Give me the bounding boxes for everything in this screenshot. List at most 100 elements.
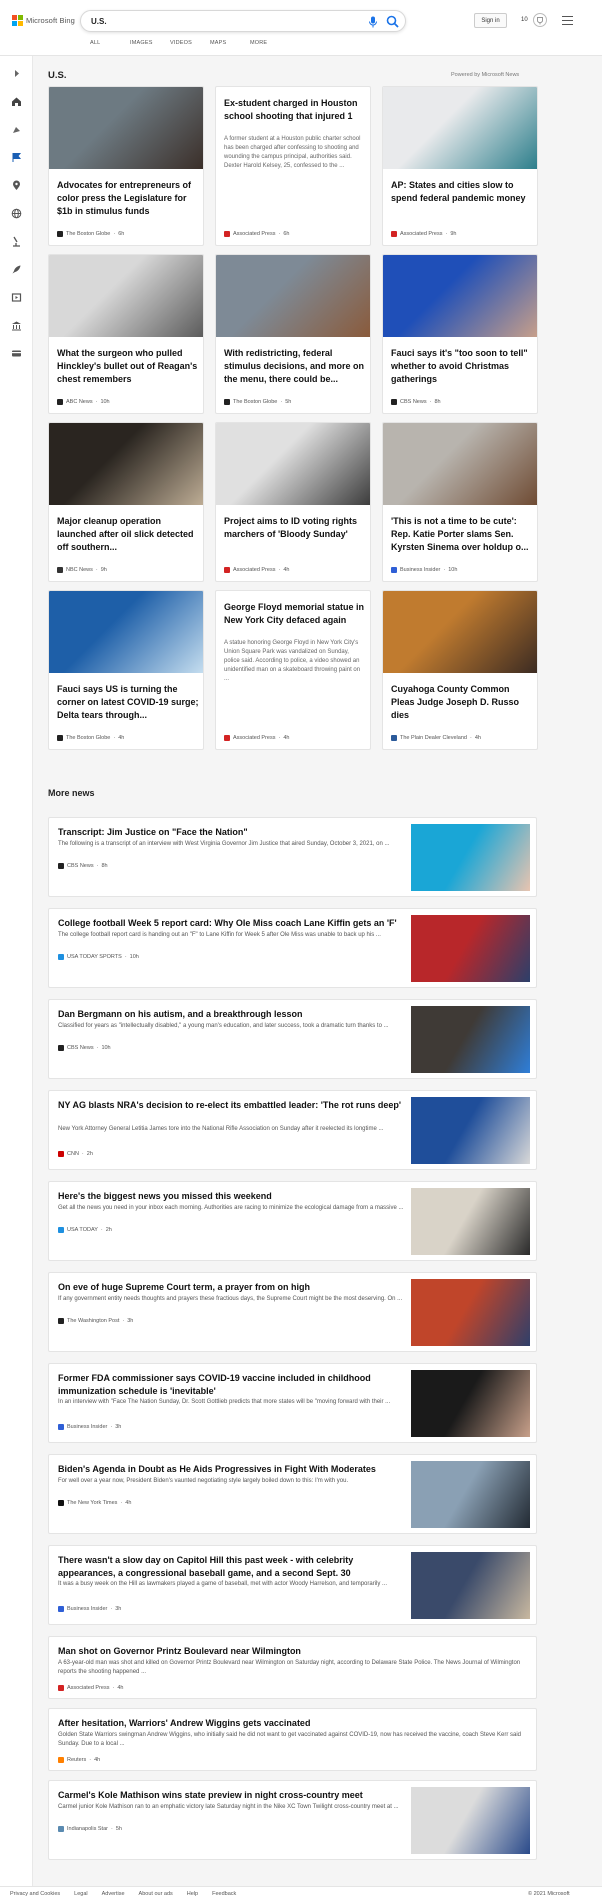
news-title[interactable]: Major cleanup operation launched after o… xyxy=(57,515,199,554)
news-title[interactable]: Here's the biggest news you missed this … xyxy=(58,1190,408,1203)
news-title[interactable]: George Floyd memorial statue in New York… xyxy=(224,601,366,627)
news-thumbnail[interactable] xyxy=(411,1006,530,1073)
tab-images[interactable]: IMAGES xyxy=(130,40,170,46)
news-source[interactable]: The Boston Globe xyxy=(66,231,110,237)
more-news-item[interactable]: NY AG blasts NRA's decision to re-elect … xyxy=(48,1090,537,1170)
news-card[interactable]: Fauci says US is turning the corner on l… xyxy=(48,590,204,750)
news-card[interactable]: Advocates for entrepreneurs of color pre… xyxy=(48,86,204,246)
news-title[interactable]: Ex-student charged in Houston school sho… xyxy=(224,97,366,123)
news-image[interactable] xyxy=(49,87,203,169)
rewards-points[interactable]: 10 xyxy=(521,17,528,23)
news-card[interactable]: Project aims to ID voting rights marcher… xyxy=(215,422,371,582)
news-source[interactable]: CBS News xyxy=(400,399,427,405)
news-thumbnail[interactable] xyxy=(411,1097,530,1164)
news-title[interactable]: Carmel's Kole Mathison wins state previe… xyxy=(58,1789,408,1802)
news-title[interactable]: College football Week 5 report card: Why… xyxy=(58,917,408,930)
footer-link-about-ads[interactable]: About our ads xyxy=(139,1891,173,1897)
news-source[interactable]: Associated Press xyxy=(67,1685,110,1691)
sign-in-button[interactable]: Sign in xyxy=(474,13,507,28)
news-source[interactable]: CBS News xyxy=(67,863,94,869)
news-source[interactable]: The New York Times xyxy=(67,1500,117,1506)
news-title[interactable]: Former FDA commissioner says COVID-19 va… xyxy=(58,1372,408,1397)
news-source[interactable]: Associated Press xyxy=(233,231,276,237)
news-source[interactable]: ABC News xyxy=(66,399,93,405)
footer-link-advertise[interactable]: Advertise xyxy=(102,1891,125,1897)
location-pin-icon[interactable] xyxy=(11,180,22,191)
more-news-item[interactable]: Transcript: Jim Justice on "Face the Nat… xyxy=(48,817,537,897)
news-title[interactable]: Project aims to ID voting rights marcher… xyxy=(224,515,366,541)
news-title[interactable]: Cuyahoga County Common Pleas Judge Josep… xyxy=(391,683,533,722)
search-input[interactable] xyxy=(91,15,341,28)
globe-icon[interactable] xyxy=(11,208,22,219)
news-title[interactable]: Biden's Agenda in Doubt as He Aids Progr… xyxy=(58,1463,408,1476)
news-image[interactable] xyxy=(383,591,537,673)
news-source[interactable]: CBS News xyxy=(67,1045,94,1051)
news-title[interactable]: Advocates for entrepreneurs of color pre… xyxy=(57,179,199,218)
news-thumbnail[interactable] xyxy=(411,1787,530,1854)
more-news-item[interactable]: Here's the biggest news you missed this … xyxy=(48,1181,537,1261)
tab-videos[interactable]: VIDEOS xyxy=(170,40,210,46)
news-thumbnail[interactable] xyxy=(411,1279,530,1346)
expand-icon[interactable] xyxy=(11,68,22,79)
news-thumbnail[interactable] xyxy=(411,1370,530,1437)
news-card[interactable]: 'This is not a time to be cute': Rep. Ka… xyxy=(382,422,538,582)
more-news-item[interactable]: Biden's Agenda in Doubt as He Aids Progr… xyxy=(48,1454,537,1534)
news-image[interactable] xyxy=(383,423,537,505)
microphone-icon[interactable] xyxy=(368,16,378,28)
news-title[interactable]: On eve of huge Supreme Court term, a pra… xyxy=(58,1281,408,1294)
news-thumbnail[interactable] xyxy=(411,824,530,891)
news-thumbnail[interactable] xyxy=(411,1188,530,1255)
news-source[interactable]: The Boston Globe xyxy=(66,735,110,741)
news-image[interactable] xyxy=(216,423,370,505)
search-box[interactable] xyxy=(80,10,406,32)
news-image[interactable] xyxy=(216,255,370,337)
news-image[interactable] xyxy=(383,255,537,337)
tab-more[interactable]: MORE xyxy=(250,40,290,46)
search-icon[interactable] xyxy=(386,15,399,28)
compass-icon[interactable] xyxy=(11,124,22,135)
news-source[interactable]: USA TODAY SPORTS xyxy=(67,954,122,960)
news-source[interactable]: Associated Press xyxy=(233,735,276,741)
more-news-item[interactable]: Carmel's Kole Mathison wins state previe… xyxy=(48,1780,537,1860)
news-source[interactable]: The Boston Globe xyxy=(233,399,277,405)
news-image[interactable] xyxy=(383,87,537,169)
card-icon[interactable] xyxy=(11,348,22,359)
news-card[interactable]: What the surgeon who pulled Hinckley's b… xyxy=(48,254,204,414)
more-news-item[interactable]: On eve of huge Supreme Court term, a pra… xyxy=(48,1272,537,1352)
news-image[interactable] xyxy=(49,423,203,505)
news-title[interactable]: After hesitation, Warriors' Andrew Wiggi… xyxy=(58,1717,528,1730)
footer-link-feedback[interactable]: Feedback xyxy=(212,1891,236,1897)
film-icon[interactable] xyxy=(11,292,22,303)
more-news-item[interactable]: College football Week 5 report card: Why… xyxy=(48,908,537,988)
more-news-item[interactable]: Dan Bergmann on his autism, and a breakt… xyxy=(48,999,537,1079)
footer-link-help[interactable]: Help xyxy=(187,1891,198,1897)
news-source[interactable]: The Plain Dealer Cleveland xyxy=(400,735,467,741)
news-source[interactable]: CNN xyxy=(67,1151,79,1157)
rewards-trophy-icon[interactable] xyxy=(533,13,547,27)
hamburger-menu-icon[interactable] xyxy=(562,16,573,25)
rocket-icon[interactable] xyxy=(11,264,22,275)
news-thumbnail[interactable] xyxy=(411,1461,530,1528)
news-title[interactable]: What the surgeon who pulled Hinckley's b… xyxy=(57,347,199,386)
bing-logo[interactable]: Microsoft Bing xyxy=(12,15,75,26)
news-card[interactable]: Major cleanup operation launched after o… xyxy=(48,422,204,582)
news-source[interactable]: Associated Press xyxy=(400,231,443,237)
more-news-item[interactable]: Man shot on Governor Printz Boulevard ne… xyxy=(48,1636,537,1699)
news-source[interactable]: Indianapolis Star xyxy=(67,1826,108,1832)
news-title[interactable]: Fauci says it's "too soon to tell" wheth… xyxy=(391,347,533,386)
news-source[interactable]: The Washington Post xyxy=(67,1318,119,1324)
news-image[interactable] xyxy=(49,255,203,337)
news-card[interactable]: AP: States and cities slow to spend fede… xyxy=(382,86,538,246)
news-source[interactable]: Business Insider xyxy=(67,1424,107,1430)
news-card[interactable]: Fauci says it's "too soon to tell" wheth… xyxy=(382,254,538,414)
more-news-item[interactable]: After hesitation, Warriors' Andrew Wiggi… xyxy=(48,1708,537,1771)
news-title[interactable]: There wasn't a slow day on Capitol Hill … xyxy=(58,1554,408,1579)
news-title[interactable]: Transcript: Jim Justice on "Face the Nat… xyxy=(58,826,408,839)
news-card[interactable]: With redistricting, federal stimulus dec… xyxy=(215,254,371,414)
flag-icon[interactable] xyxy=(11,152,22,163)
news-title[interactable]: Dan Bergmann on his autism, and a breakt… xyxy=(58,1008,408,1021)
news-source[interactable]: USA TODAY xyxy=(67,1227,98,1233)
news-title[interactable]: Man shot on Governor Printz Boulevard ne… xyxy=(58,1645,528,1658)
news-title[interactable]: 'This is not a time to be cute': Rep. Ka… xyxy=(391,515,533,554)
news-thumbnail[interactable] xyxy=(411,1552,530,1619)
